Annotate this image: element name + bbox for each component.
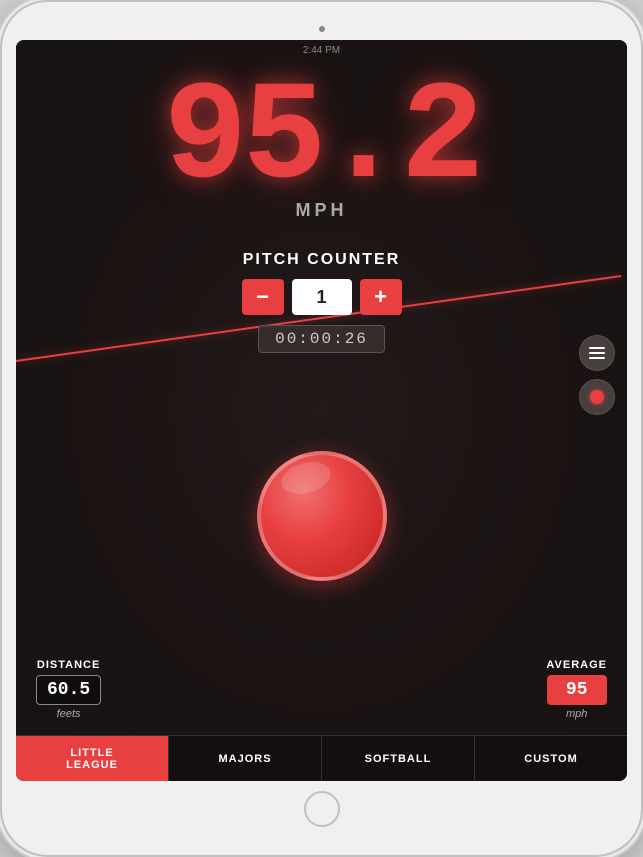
- decrement-button[interactable]: −: [242, 279, 284, 315]
- tablet-frame: 2:44 PM 95.2 MPH: [0, 0, 643, 857]
- tab-softball[interactable]: SOFTBALL: [322, 736, 475, 781]
- speed-display: 95.2 MPH: [16, 60, 627, 221]
- menu-button[interactable]: [579, 335, 615, 371]
- status-bar: 2:44 PM: [16, 40, 627, 60]
- pitch-counter-row: − 1 +: [242, 279, 402, 315]
- average-label: AVERAGE: [546, 659, 607, 671]
- big-record-button[interactable]: [257, 451, 387, 581]
- bottom-info: DISTANCE 60.5 feets AVERAGE 95 mph: [16, 659, 627, 735]
- distance-label: DISTANCE: [37, 659, 100, 671]
- average-value: 95: [547, 675, 607, 705]
- distance-panel: DISTANCE 60.5 feets: [36, 659, 101, 720]
- camera-sensor: [319, 26, 325, 32]
- average-unit: mph: [566, 708, 587, 720]
- tablet-screen: 2:44 PM 95.2 MPH: [16, 40, 627, 781]
- home-button[interactable]: [304, 791, 340, 827]
- average-panel: AVERAGE 95 mph: [546, 659, 607, 720]
- hamburger-icon: [589, 347, 605, 359]
- timer-display: 00:00:26: [258, 325, 385, 353]
- big-button-container: [257, 373, 387, 659]
- middle-section: PITCH COUNTER − 1 + 00:00:26: [16, 221, 627, 659]
- pitch-count-display: 1: [292, 279, 352, 315]
- distance-unit: feets: [57, 708, 81, 720]
- time-display: 2:44 PM: [303, 45, 340, 56]
- tab-custom[interactable]: CUSTOM: [475, 736, 627, 781]
- tab-bar: LITTLELEAGUE MAJORS SOFTBALL CUSTOM: [16, 735, 627, 781]
- increment-button[interactable]: +: [360, 279, 402, 315]
- tab-majors[interactable]: MAJORS: [169, 736, 322, 781]
- record-button[interactable]: [579, 379, 615, 415]
- pitch-counter-label: PITCH COUNTER: [243, 251, 401, 269]
- screen-content: 2:44 PM 95.2 MPH: [16, 40, 627, 781]
- speed-unit: MPH: [16, 200, 627, 221]
- distance-value: 60.5: [36, 675, 101, 705]
- speed-number: 95.2: [16, 70, 627, 210]
- right-controls: [579, 335, 615, 415]
- tab-little-league[interactable]: LITTLELEAGUE: [16, 736, 169, 781]
- record-icon: [590, 390, 604, 404]
